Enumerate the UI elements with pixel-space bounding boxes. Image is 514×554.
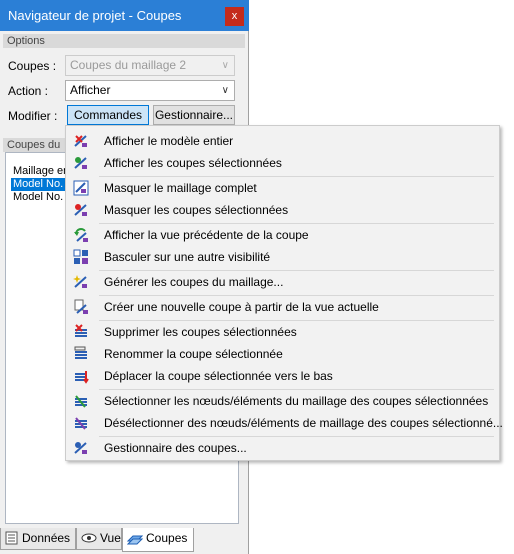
window-title: Navigateur de projet - Coupes bbox=[8, 8, 182, 23]
chevron-down-icon: ∨ bbox=[221, 85, 229, 96]
coupes-label: Coupes : bbox=[8, 59, 57, 73]
commandes-button[interactable]: Commandes bbox=[67, 105, 149, 125]
menu-item-basculer-visibilite[interactable]: Basculer sur une autre visibilité bbox=[66, 246, 499, 268]
delete-sections-icon bbox=[75, 324, 87, 337]
menu-item-supprimer-coupes[interactable]: Supprimer les coupes sélectionnées bbox=[66, 321, 499, 343]
database-icon bbox=[5, 531, 18, 545]
generate-sections-icon bbox=[73, 275, 87, 288]
tree-item-maillage[interactable]: Maillage en bbox=[11, 165, 71, 178]
new-section-icon bbox=[74, 299, 88, 314]
tree-item-model-1[interactable]: Model No. bbox=[11, 178, 66, 191]
show-selected-sections-icon bbox=[74, 157, 87, 169]
previous-view-icon bbox=[74, 228, 88, 242]
move-down-icon bbox=[75, 371, 89, 384]
eye-icon bbox=[81, 533, 97, 543]
tab-donnees[interactable]: Données bbox=[0, 528, 76, 550]
action-label: Action : bbox=[8, 84, 49, 98]
menu-item-afficher-modele-entier[interactable]: Afficher le modèle entier bbox=[66, 130, 499, 152]
menu-item-masquer-coupes-selectionnees[interactable]: Masquer les coupes sélectionnées bbox=[66, 199, 499, 221]
section-manager-icon bbox=[74, 442, 87, 454]
options-header: Options bbox=[3, 34, 245, 48]
gestionnaire-button[interactable]: Gestionnaire... bbox=[153, 105, 235, 125]
rename-section-icon bbox=[74, 346, 87, 359]
coupes-section-header: Coupes du m bbox=[3, 138, 65, 165]
menu-item-generer-coupes[interactable]: Générer les coupes du maillage... bbox=[66, 271, 499, 293]
hide-selected-sections-icon bbox=[74, 204, 87, 216]
menu-item-creer-nouvelle-coupe[interactable]: Créer une nouvelle coupe à partir de la … bbox=[66, 296, 499, 318]
select-nodes-icon bbox=[75, 395, 87, 408]
menu-item-selectionner-noeuds[interactable]: Sélectionner les nœuds/éléments du maill… bbox=[66, 390, 499, 412]
show-whole-model-icon bbox=[74, 135, 87, 147]
tab-coupes[interactable]: Coupes bbox=[122, 528, 194, 552]
chevron-down-icon: ∨ bbox=[221, 60, 229, 71]
deselect-nodes-icon bbox=[75, 417, 87, 430]
action-select[interactable]: Afficher ∨ bbox=[65, 80, 235, 101]
tree-item-model-2[interactable]: Model No. bbox=[11, 191, 65, 204]
title-bar: Navigateur de projet - Coupes x bbox=[0, 0, 249, 31]
section-planes-icon bbox=[126, 535, 144, 545]
commandes-menu: Afficher le modèle entier Afficher les c… bbox=[65, 125, 503, 461]
menu-item-deplacer-coupe-bas[interactable]: Déplacer la coupe sélectionnée vers le b… bbox=[66, 365, 499, 387]
close-button[interactable]: x bbox=[225, 7, 244, 26]
menu-item-masquer-maillage-complet[interactable]: Masquer le maillage complet bbox=[66, 177, 499, 199]
modifier-label: Modifier : bbox=[8, 109, 58, 123]
coupes-select[interactable]: Coupes du maillage 2 ∨ bbox=[65, 55, 235, 76]
menu-item-renommer-coupe[interactable]: Renommer la coupe sélectionnée bbox=[66, 343, 499, 365]
menu-item-deselectionner-noeuds[interactable]: Désélectionner des nœuds/éléments de mai… bbox=[66, 412, 503, 434]
switch-visibility-icon bbox=[73, 249, 88, 264]
menu-item-gestionnaire-coupes[interactable]: Gestionnaire des coupes... bbox=[66, 437, 499, 459]
menu-item-afficher-coupes-selectionnees[interactable]: Afficher les coupes sélectionnées bbox=[66, 152, 499, 174]
bottom-tabs: Données Vue Coupes bbox=[0, 528, 249, 554]
menu-item-vue-precedente[interactable]: Afficher la vue précédente de la coupe bbox=[66, 224, 499, 246]
hide-mesh-icon bbox=[73, 180, 89, 196]
tab-vue[interactable]: Vue bbox=[76, 528, 122, 550]
